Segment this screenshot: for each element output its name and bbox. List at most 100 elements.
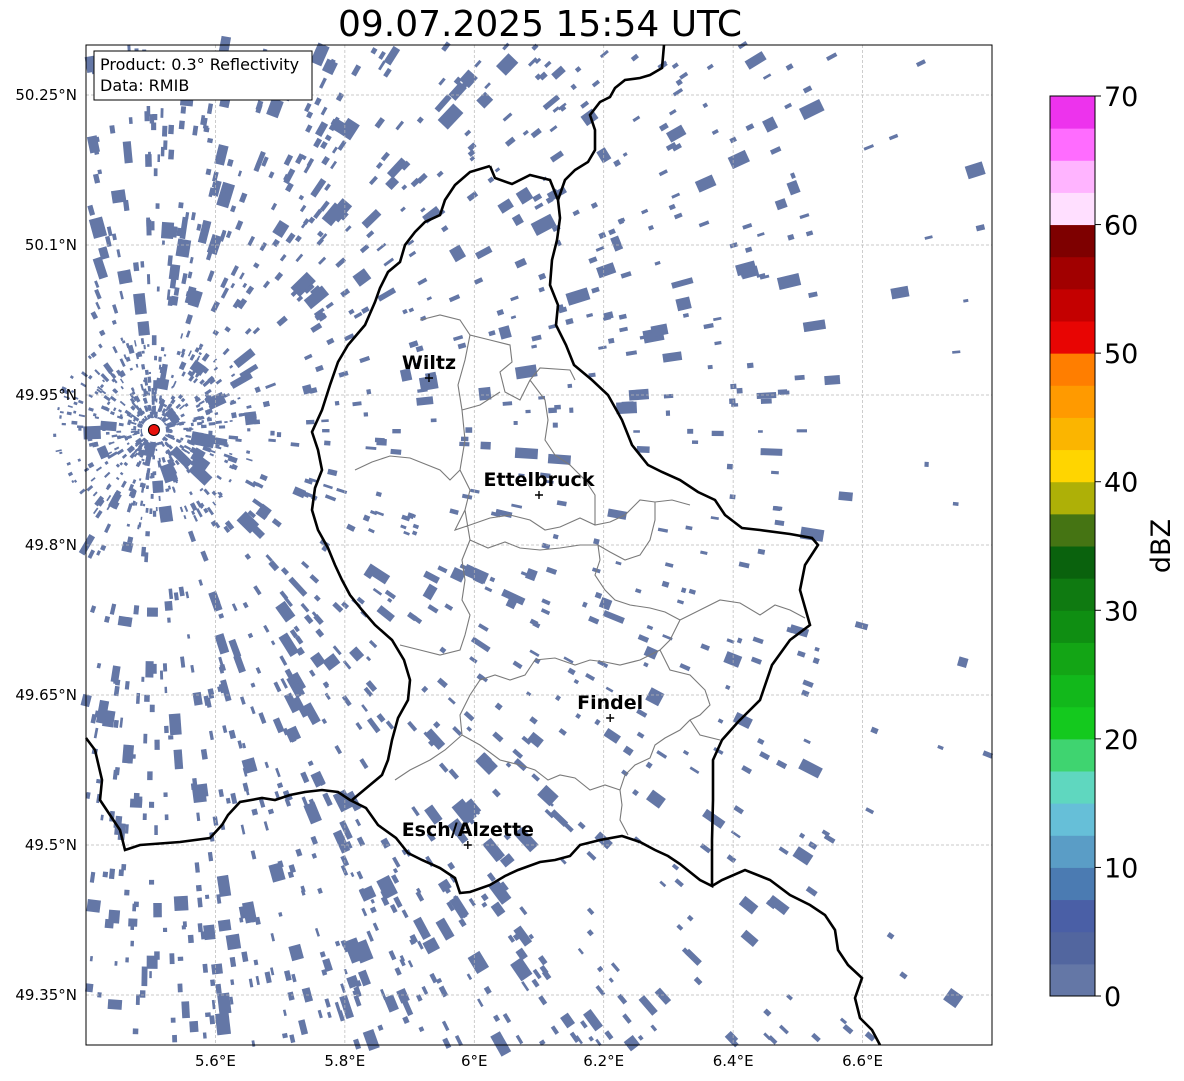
- clutter-cell: [133, 425, 137, 430]
- echo-cell: [169, 953, 175, 965]
- echo-cell: [160, 221, 175, 239]
- radar-site-marker: [141, 418, 166, 442]
- colorbar-tick-label: 40: [1104, 468, 1138, 499]
- echo-cell: [771, 470, 779, 475]
- clutter-cell: [247, 428, 251, 432]
- clutter-cell: [166, 512, 170, 517]
- clutter-cell: [158, 356, 162, 362]
- colorbar-tick-label: 60: [1104, 211, 1138, 242]
- clutter-cell: [166, 427, 170, 430]
- echo-cell: [616, 401, 638, 415]
- echo-cell: [130, 923, 135, 930]
- radar-map: Wiltz Ettelbruck Findel Esch/Alzette 5.6°E 5…: [15, 35, 994, 1070]
- lon-tick-label: 6°E: [461, 1052, 488, 1070]
- echo-cell: [162, 125, 168, 137]
- echo-cell: [195, 884, 202, 892]
- echo-cell: [144, 111, 150, 122]
- clutter-cell: [165, 429, 172, 432]
- echo-cell: [168, 124, 175, 135]
- echo-cell: [132, 903, 137, 912]
- echo-cell: [128, 117, 133, 125]
- echo-cell: [194, 783, 209, 798]
- clutter-cell: [152, 471, 155, 477]
- echo-cell: [197, 923, 203, 933]
- echo-cell: [146, 607, 158, 617]
- echo-cell: [117, 615, 133, 628]
- echo-cell: [181, 1001, 190, 1019]
- clutter-cell: [152, 406, 155, 414]
- colorbar-label: dBZ: [1146, 519, 1177, 573]
- lat-tick-label: 50.1°N: [25, 236, 77, 254]
- colorbar-band: [1050, 417, 1095, 451]
- echo-cell: [126, 756, 131, 761]
- clutter-cell: [141, 350, 145, 354]
- clutter-cell: [190, 428, 194, 430]
- echo-cell: [159, 670, 164, 680]
- echo-cell: [189, 1020, 199, 1033]
- echo-cell: [86, 899, 101, 913]
- info-product: Product: 0.3° Reflectivity: [100, 55, 299, 74]
- clutter-cell: [148, 371, 152, 375]
- clutter-cell: [142, 503, 146, 507]
- lat-tick-label: 49.35°N: [15, 986, 77, 1004]
- echo-cell: [141, 676, 145, 682]
- echo-cell: [760, 398, 772, 404]
- info-data-source: Data: RMIB: [100, 76, 189, 95]
- echo-cell: [145, 531, 150, 537]
- echo-cell: [157, 154, 161, 163]
- echo-cell: [324, 440, 331, 446]
- clutter-cell: [116, 430, 122, 433]
- colorbar-band: [1050, 706, 1095, 740]
- echo-cell: [121, 863, 127, 871]
- clutter-cell: [80, 382, 87, 388]
- echo-cell: [567, 383, 573, 389]
- clutter-cell: [190, 422, 194, 427]
- clutter-cell: [152, 447, 154, 452]
- echo-cell: [108, 909, 121, 924]
- colorbar-band: [1050, 160, 1095, 193]
- echo-cell: [366, 388, 372, 395]
- colorbar-band: [1050, 931, 1095, 965]
- echo-cell: [276, 432, 282, 438]
- clutter-cell: [154, 355, 158, 361]
- clutter-cell: [79, 488, 86, 495]
- clutter-cell: [200, 424, 207, 429]
- echo-cell: [181, 925, 186, 930]
- colorbar-band: [1050, 867, 1095, 901]
- clutter-cell: [73, 479, 78, 483]
- lat-tick-label: 49.95°N: [15, 386, 77, 404]
- echo-cell: [214, 1012, 231, 1036]
- clutter-cell: [163, 354, 167, 357]
- clutter-cell: [218, 425, 226, 429]
- clutter-cell: [71, 420, 78, 425]
- echo-cell: [736, 387, 743, 394]
- echo-cell: [554, 404, 561, 410]
- echo-cell: [151, 335, 157, 346]
- echo-cell: [164, 686, 168, 694]
- city-label: Ettelbruck: [484, 469, 595, 491]
- echo-cell: [209, 1015, 216, 1025]
- echo-cell: [204, 894, 210, 900]
- echo-cell: [148, 151, 151, 161]
- clutter-cell: [66, 461, 71, 466]
- echo-cell: [334, 400, 340, 406]
- echo-cell: [217, 992, 232, 1015]
- lat-tick-label: 49.65°N: [15, 686, 77, 704]
- echo-cell: [691, 440, 699, 444]
- echo-cell: [173, 895, 189, 911]
- echo-cell: [796, 429, 808, 433]
- echo-cell: [133, 605, 140, 615]
- echo-cell: [164, 600, 173, 611]
- echo-cell: [187, 934, 194, 944]
- echo-cell: [202, 963, 209, 973]
- lon-tick-label: 6.4°E: [713, 1052, 754, 1070]
- echo-cell: [110, 189, 127, 204]
- echo-cell: [217, 919, 232, 932]
- echo-cell: [175, 238, 192, 258]
- clutter-cell: [149, 508, 153, 515]
- clutter-cell: [67, 471, 74, 477]
- colorbar-frame: [1049, 95, 1096, 997]
- clutter-cell: [192, 432, 200, 437]
- echo-cell: [160, 108, 164, 118]
- clutter-cell: [149, 476, 153, 479]
